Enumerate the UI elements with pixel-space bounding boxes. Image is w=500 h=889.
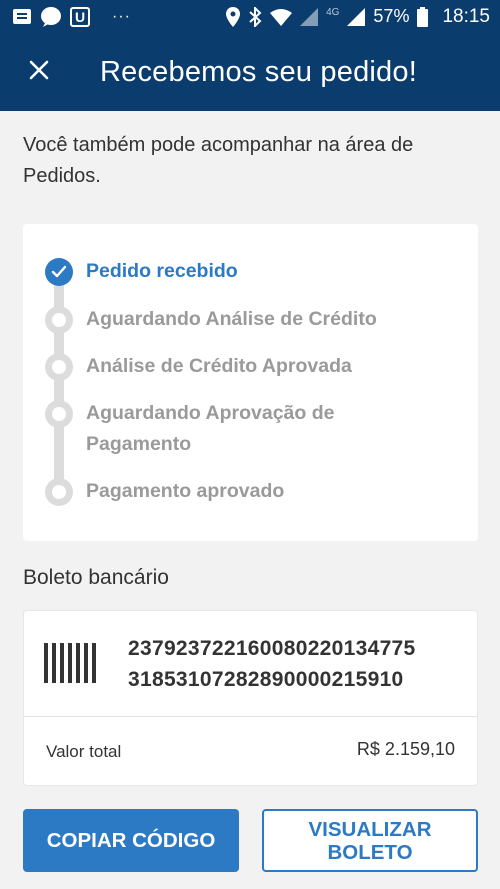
pending-dot-icon: [45, 400, 73, 428]
message-icon: [12, 7, 32, 27]
close-icon: [29, 60, 49, 85]
signal-icon-2: [347, 7, 366, 26]
chat-bubble-icon: [40, 6, 62, 28]
barcode-number[interactable]: 23792372216008022013477​5 31853107282890…: [128, 633, 468, 695]
pending-dot-icon: [45, 478, 73, 506]
divider: [24, 716, 477, 717]
status-step-label: Análise de Crédito Aprovada: [86, 355, 352, 377]
view-boleto-label-line-2: BOLETO: [327, 840, 413, 864]
order-status-card: Pedido recebido Aguardando Análise de Cr…: [23, 224, 478, 541]
barcode-line-2: 318531072828900002159​10: [128, 668, 404, 691]
intro-text: Você também pode acompanhar na área de P…: [23, 134, 414, 187]
boleto-section-title: Boleto bancário: [23, 566, 169, 589]
copy-code-label: COPIAR CÓDIGO: [46, 829, 216, 852]
pending-dot-icon: [45, 306, 73, 334]
wifi-icon: [270, 8, 293, 26]
view-boleto-button[interactable]: VISUALIZAR BOLETO: [262, 809, 478, 872]
close-button[interactable]: [0, 33, 78, 111]
battery-percentage: 57%: [373, 6, 410, 26]
total-value: R$ 2.159,10: [356, 739, 455, 759]
status-step-label: Pedido recebido: [86, 260, 238, 282]
status-bar-left: U ···: [12, 6, 131, 28]
overflow-icon: ···: [112, 7, 131, 25]
boleto-card: 23792372216008022013477​5 31853107282890…: [23, 610, 478, 786]
location-icon: [226, 6, 241, 27]
bluetooth-icon: [248, 6, 262, 27]
status-bar: U ··· 4G 57% 18:15: [0, 0, 500, 33]
view-boleto-label: VISUALIZAR BOLETO: [309, 818, 432, 864]
copy-code-button[interactable]: COPIAR CÓDIGO: [23, 809, 239, 872]
status-step-label: Pagamento aprovado: [86, 480, 285, 502]
status-step-received: Pedido recebido: [45, 258, 426, 287]
app-bar: Recebemos seu pedido!: [0, 33, 500, 111]
network-type: 4G: [326, 7, 340, 18]
pending-dot-icon: [45, 353, 73, 381]
status-step-payment-approved: Pagamento aprovado: [45, 478, 426, 507]
page-title: Recebemos seu pedido!: [100, 55, 417, 88]
status-step-label: Aguardando Análise de Crédito: [86, 308, 377, 330]
signal-icon: [300, 7, 319, 26]
u-app-icon: U: [70, 6, 90, 27]
clock: 18:15: [442, 5, 490, 27]
barcode-line-1: 23792372216008022013477​5: [128, 637, 416, 660]
status-step-label: Aguardando Aprovação de Pagamento: [86, 402, 335, 455]
total-label: Valor total: [46, 742, 122, 761]
battery-icon: [417, 6, 429, 27]
status-bar-right: 4G 57% 18:15: [226, 6, 490, 28]
status-step-credit-approved: Análise de Crédito Aprovada: [45, 353, 426, 382]
barcode-icon: [44, 643, 96, 688]
status-step-payment-pending: Aguardando Aprovação de Pagamento: [45, 400, 426, 460]
view-boleto-label-line-1: VISUALIZAR: [308, 817, 432, 841]
status-step-credit-analysis: Aguardando Análise de Crédito: [45, 306, 426, 335]
check-icon: [45, 258, 73, 286]
